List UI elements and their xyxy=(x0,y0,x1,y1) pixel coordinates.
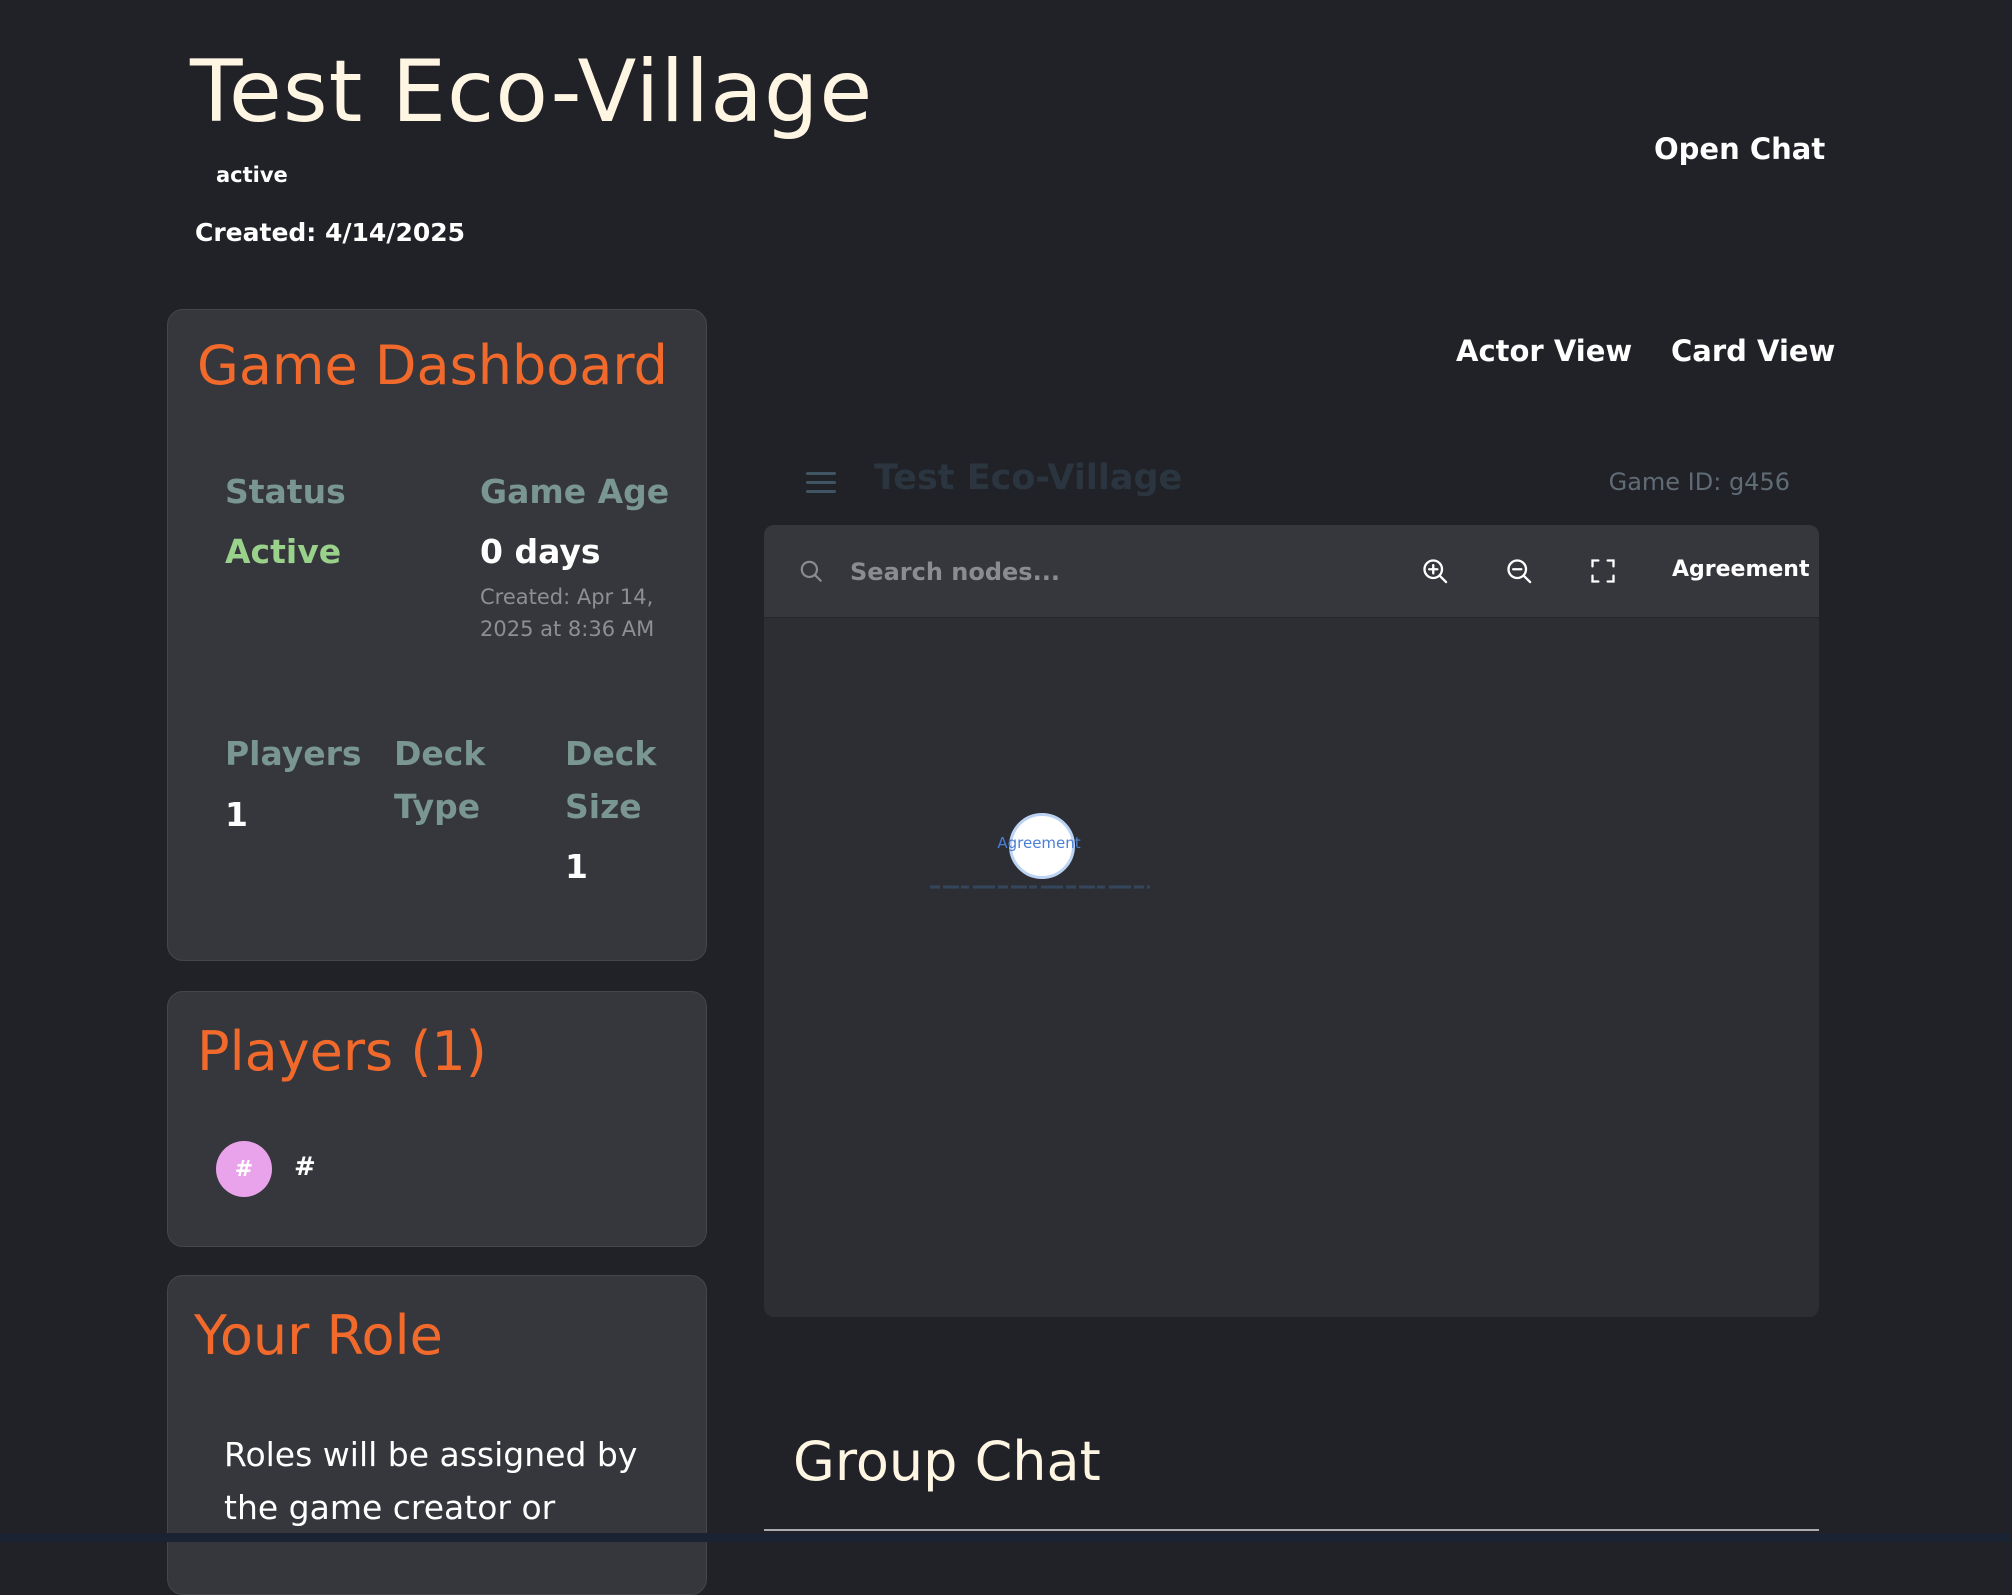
game-created-detail: Created: Apr 14, 2025 at 8:36 AM xyxy=(480,585,655,641)
graph-panel[interactable]: Agreement Agreement xyxy=(764,525,1819,1317)
fullscreen-icon[interactable] xyxy=(1589,557,1617,589)
chat-divider xyxy=(764,1529,1819,1531)
search-input[interactable] xyxy=(848,547,1332,597)
zoom-in-icon[interactable] xyxy=(1421,557,1449,589)
actor-view-button[interactable]: Actor View xyxy=(1456,334,1632,368)
zoom-out-icon[interactable] xyxy=(1505,557,1533,589)
graph-toolbar: Agreement xyxy=(764,525,1819,618)
deck-type-label: Deck Type xyxy=(394,734,486,826)
group-chat-title: Group Chat xyxy=(793,1430,1101,1493)
search-icon xyxy=(798,558,824,588)
graph-title: Test Eco-Village xyxy=(874,458,1183,498)
game-age-label: Game Age xyxy=(480,472,670,511)
players-title: Players (1) xyxy=(197,1020,487,1083)
avatar: # xyxy=(216,1141,272,1197)
players-value: 1 xyxy=(225,795,248,834)
card-view-button[interactable]: Card View xyxy=(1671,334,1835,368)
status-label: Status xyxy=(225,472,346,511)
player-name[interactable]: # xyxy=(294,1152,316,1182)
players-card: Players (1) xyxy=(167,991,707,1247)
players-label: Players xyxy=(225,734,362,773)
game-dashboard-card: Game Dashboard Status Active Game Age 0 … xyxy=(167,309,707,961)
status-badge: active xyxy=(216,163,288,187)
role-description: Roles will be assigned by the game creat… xyxy=(224,1435,638,1527)
status-value: Active xyxy=(225,532,342,571)
dashboard-title: Game Dashboard xyxy=(197,334,668,397)
game-age-value: 0 days xyxy=(480,532,601,571)
graph-header: Test Eco-Village Game ID: g456 xyxy=(764,452,1819,512)
node-sublabel xyxy=(930,881,1150,896)
created-date: Created: 4/14/2025 xyxy=(195,218,466,247)
open-chat-button[interactable]: Open Chat xyxy=(1654,132,1825,166)
bottom-strip xyxy=(0,1533,2012,1542)
node-type-filter[interactable]: Agreement xyxy=(1672,557,1810,582)
role-title: Your Role xyxy=(194,1304,443,1367)
deck-size-label: Deck Size xyxy=(565,734,657,826)
deck-size-value: 1 xyxy=(565,847,588,886)
node-label: Agreement xyxy=(997,834,1081,852)
menu-icon[interactable] xyxy=(806,472,836,494)
page-title: Test Eco-Village xyxy=(190,42,874,142)
game-id: Game ID: g456 xyxy=(1608,468,1790,496)
